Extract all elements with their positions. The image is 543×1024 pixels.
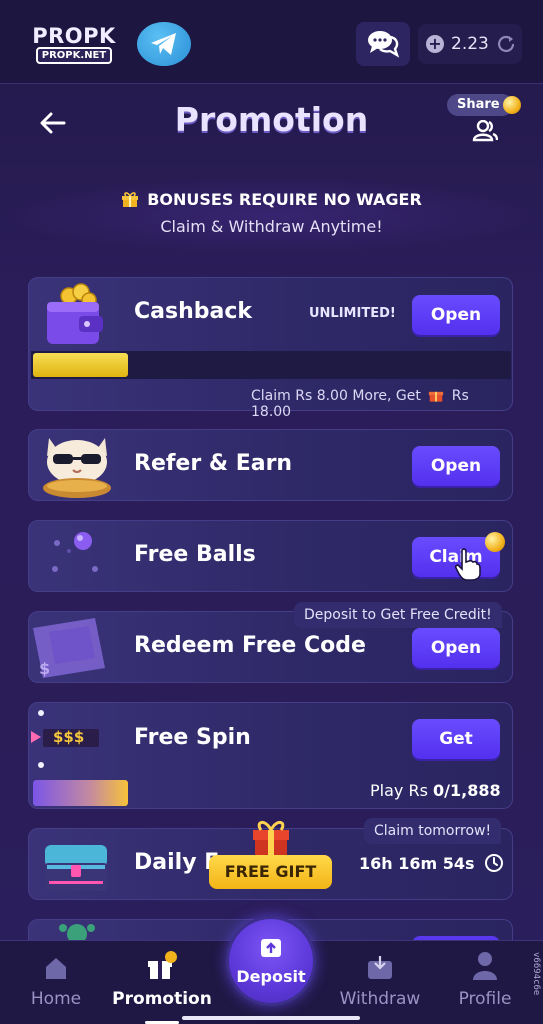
clock-icon	[485, 854, 504, 872]
redeem-open-button[interactable]: Open	[412, 628, 500, 668]
telegram-icon	[151, 33, 176, 55]
spin-play-value: 0/1,888	[433, 781, 501, 800]
wallet-icon	[47, 283, 103, 344]
coin-icon	[503, 96, 521, 114]
gift-icon	[122, 192, 139, 207]
spin-progress-fill	[33, 780, 128, 806]
page-title: Promotion	[174, 100, 369, 139]
deposit-icon	[261, 939, 281, 957]
balance-amount: 2.23	[451, 34, 489, 54]
ticket-icon: $	[33, 618, 105, 678]
gift-box-icon	[253, 821, 289, 856]
free-gift-button[interactable]: FREE GIFT	[209, 855, 332, 889]
banner-headline: BONUSES REQUIRE NO WAGER	[147, 190, 422, 209]
bonus-banner: BONUSES REQUIRE NO WAGER Claim & Withdra…	[0, 176, 543, 254]
promotion-gift-icon	[148, 951, 177, 979]
back-arrow-icon[interactable]	[36, 106, 70, 140]
balance-display: + 2.23	[418, 24, 522, 64]
telegram-button[interactable]	[137, 22, 191, 66]
cashback-card[interactable]: Cashback UNLIMITED! Open Claim Rs 8.00 M…	[28, 277, 513, 420]
deposit-label: Deposit	[236, 967, 306, 986]
top-bar: PROPK PROPK.NET + 2.23	[0, 0, 543, 84]
refer-open-button[interactable]: Open	[412, 446, 500, 486]
spin-play-prefix: Play Rs	[370, 781, 433, 800]
balls-icon	[52, 532, 98, 572]
treasure-chest-icon	[45, 845, 107, 891]
home-icon	[46, 958, 66, 979]
home-indicator	[182, 1016, 360, 1020]
cashback-progress-fill	[33, 353, 128, 377]
cashback-label: Cashback	[134, 299, 253, 324]
refer-earn-card[interactable]: Refer & Earn Open	[28, 429, 513, 501]
withdraw-icon	[368, 956, 392, 979]
nav-home[interactable]: Home	[6, 941, 106, 1024]
svg-text:$: $	[39, 659, 50, 678]
chat-button[interactable]	[356, 22, 410, 66]
spin-progress-track	[33, 780, 128, 806]
cashback-note-prefix: Claim Rs 8.00 More, Get	[251, 388, 421, 404]
free-spin-label: Free Spin	[134, 725, 251, 750]
free-balls-card[interactable]: Free Balls Claim	[28, 520, 513, 592]
chat-icon	[368, 31, 400, 58]
globe-icon	[59, 924, 95, 942]
nav-promotion-label: Promotion	[112, 989, 212, 1009]
refresh-icon[interactable]	[496, 34, 516, 54]
nav-profile-label: Profile	[458, 989, 512, 1009]
cat-mascot-icon	[43, 438, 111, 498]
spin-icon-text: $$$	[53, 728, 85, 746]
gift-icon	[429, 391, 444, 402]
banner-subline: Claim & Withdraw Anytime!	[160, 217, 383, 236]
brand-logo[interactable]: PROPK PROPK.NET	[32, 24, 116, 64]
spin-get-button[interactable]: Get	[412, 719, 500, 759]
unlimited-badge: UNLIMITED!	[309, 306, 396, 321]
coin-icon	[485, 532, 505, 552]
nav-home-label: Home	[30, 989, 82, 1009]
deposit-button[interactable]: Deposit	[226, 916, 316, 1006]
redeem-code-label: Redeem Free Code	[134, 633, 366, 658]
daily-timer-value: 16h 16m 54s	[359, 854, 475, 873]
share-button[interactable]: Share	[447, 94, 521, 144]
claim-tomorrow-tag: Claim tomorrow!	[364, 818, 502, 844]
daily-free-label: Daily F	[134, 850, 220, 875]
nav-profile[interactable]: Profile	[435, 941, 535, 1024]
users-icon	[472, 120, 498, 142]
free-balls-label: Free Balls	[134, 542, 256, 567]
nav-withdraw[interactable]: Withdraw	[330, 941, 430, 1024]
logo-sub-text: PROPK.NET	[36, 47, 112, 64]
version-text: v6694c6e	[531, 952, 541, 996]
nav-promotion[interactable]: Promotion	[112, 941, 212, 1024]
free-spin-card[interactable]: $$$ Free Spin Get Play Rs 0/1,888	[28, 702, 513, 809]
logo-main-text: PROPK	[32, 24, 116, 48]
cashback-progress-track	[31, 351, 511, 379]
cashback-open-button[interactable]: Open	[412, 295, 500, 335]
profile-icon	[473, 952, 497, 980]
nav-withdraw-label: Withdraw	[339, 989, 421, 1009]
hand-pointer-icon	[454, 548, 481, 581]
daily-timer: 16h 16m 54s	[359, 853, 504, 873]
deposit-credit-tag: Deposit to Get Free Credit!	[294, 602, 502, 628]
add-funds-icon[interactable]: +	[426, 35, 444, 53]
refer-earn-label: Refer & Earn	[134, 451, 293, 476]
